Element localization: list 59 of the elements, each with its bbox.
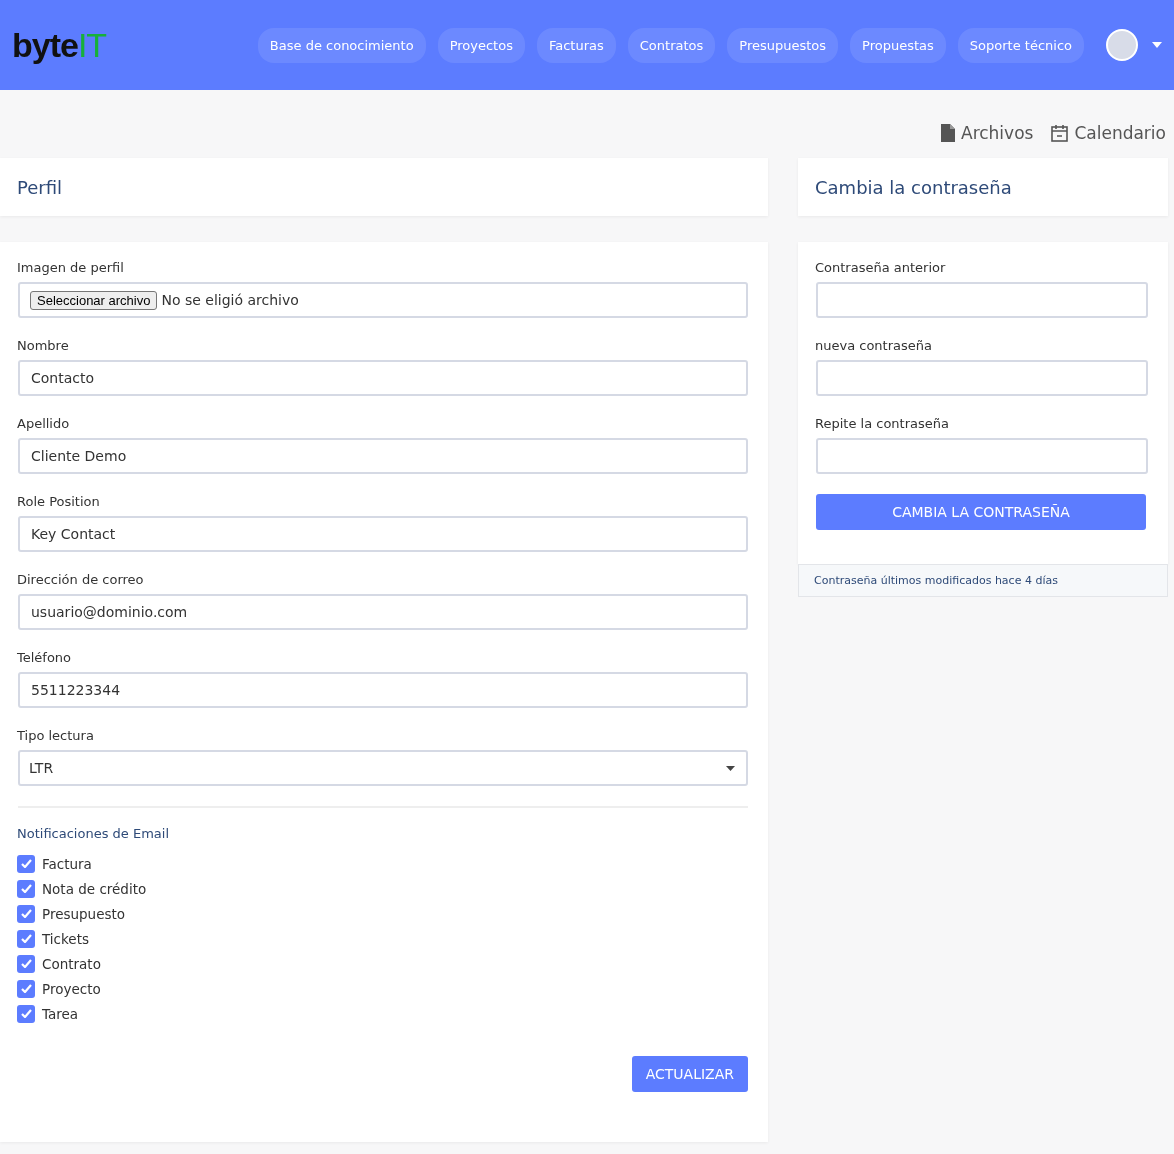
logo-accent: IT [77, 25, 107, 65]
select-value: LTR [29, 760, 54, 776]
calendar-icon [1051, 124, 1069, 142]
caret-icon[interactable] [1152, 42, 1162, 48]
password-field[interactable] [816, 282, 1148, 318]
document-icon [941, 124, 955, 142]
checkbox-label: Proyecto [42, 980, 101, 997]
check-icon [20, 909, 32, 918]
checkbox[interactable] [17, 879, 35, 898]
checkbox[interactable] [17, 904, 35, 923]
checkbox-label: Presupuesto [42, 905, 126, 922]
field-label: Tipo lectura [17, 728, 95, 743]
check-icon [20, 934, 32, 943]
field-label: Dirección de correo [17, 572, 145, 587]
checkbox-label: Contrato [42, 955, 101, 972]
checkbox-label: Factura [42, 855, 92, 872]
checkbox[interactable] [17, 929, 35, 948]
check-icon [20, 884, 32, 893]
change-password-button[interactable]: CAMBIA LA CONTRASEÑA [816, 494, 1146, 530]
password-field[interactable] [816, 438, 1148, 474]
field-label: Contraseña anterior [815, 260, 947, 275]
field-label: Teléfono [17, 650, 73, 665]
checkbox[interactable] [17, 954, 35, 973]
field-label: Imagen de perfil [17, 260, 125, 275]
checkbox-label: Nota de crédito [42, 880, 147, 897]
checkbox[interactable] [17, 854, 35, 873]
input-field[interactable]: Contacto [18, 360, 748, 396]
panel-title: Cambia la contraseña [815, 176, 1012, 198]
input-field[interactable]: Key Contact [18, 516, 748, 552]
toolbar-link[interactable]: Calendario [1051, 108, 1166, 158]
password-field[interactable] [816, 360, 1148, 396]
update-button[interactable]: ACTUALIZAR [631, 1056, 748, 1092]
field-label: Apellido [17, 416, 71, 431]
check-icon [20, 959, 32, 968]
toolbar-link[interactable]: Archivos [941, 108, 1034, 158]
caret-icon [726, 765, 735, 771]
file-status: No se eligió archivo [161, 292, 299, 308]
input-field[interactable]: Cliente Demo [18, 438, 748, 474]
field-label: Role Position [17, 494, 101, 509]
panel-title: Perfil [17, 176, 63, 198]
avatar[interactable] [1106, 29, 1138, 61]
checkbox[interactable] [17, 1004, 35, 1023]
field-label: nueva contraseña [815, 338, 933, 353]
field-label: Repite la contraseña [815, 416, 950, 431]
check-icon [20, 984, 32, 993]
input-field[interactable]: 5511223344 [18, 672, 748, 708]
select-field[interactable]: LTR [18, 750, 748, 786]
section-title: Notificaciones de Email [17, 826, 170, 841]
password-footer: Contraseña últimos modificados hace 4 días [798, 564, 1168, 597]
logo-text: byte [12, 25, 78, 65]
choose-file-button[interactable]: Seleccionar archivo [30, 290, 158, 310]
check-icon [20, 859, 32, 868]
check-icon [20, 1009, 32, 1018]
checkbox-label: Tickets [42, 930, 89, 947]
input-field[interactable]: usuario@dominio.com [18, 594, 748, 630]
field-label: Nombre [17, 338, 70, 353]
checkbox[interactable] [17, 979, 35, 998]
checkbox-label: Tarea [42, 1005, 79, 1022]
file-field[interactable]: Seleccionar archivo No se eligió archivo [18, 282, 748, 318]
